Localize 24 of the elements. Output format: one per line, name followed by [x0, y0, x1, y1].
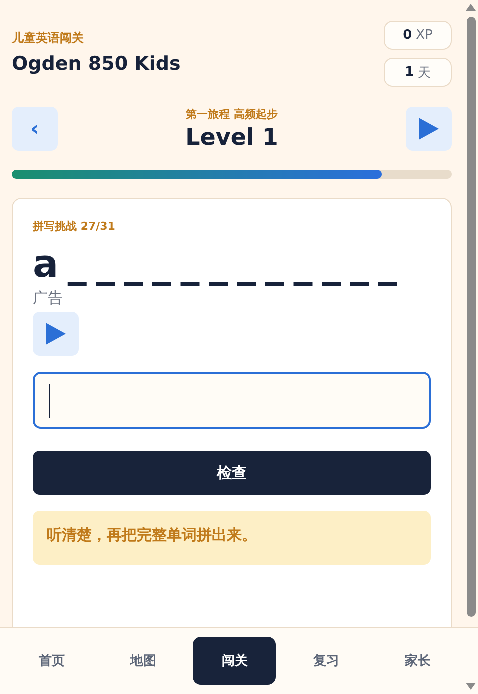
answer-field[interactable]	[33, 372, 431, 430]
nav-tab[interactable]: 家长	[376, 637, 460, 685]
nav-tab[interactable]: 闯关	[193, 637, 276, 685]
challenge-label: 拼写挑战 27/31	[33, 219, 116, 234]
level-title: Level 1	[186, 125, 278, 151]
nav-tab[interactable]: 地图	[102, 637, 185, 685]
play-button[interactable]	[406, 107, 452, 151]
check-button[interactable]: 检查	[33, 451, 431, 496]
previous-button[interactable]: ‹	[12, 107, 58, 151]
play-button[interactable]	[33, 312, 79, 356]
stat-badge: 0 XP	[384, 21, 452, 50]
hint-text: 听清楚，再把完整单词拼出来。	[47, 526, 257, 544]
nav-tab[interactable]: 复习	[285, 637, 368, 685]
app-title: Ogden 850 Kids	[12, 53, 181, 75]
journey-label: 第一旅程 高频起步	[186, 107, 278, 122]
audio-label: 广告	[33, 289, 64, 308]
play-icon	[419, 118, 439, 140]
word-hint: a _ _ _ _ _ _ _ _ _ _ _ _	[33, 241, 398, 288]
scroll-down-icon[interactable]	[466, 683, 476, 690]
app-subtitle: 儿童英语闯关	[12, 30, 85, 47]
stat-badge: 1 天	[384, 58, 452, 87]
play-icon	[46, 323, 66, 346]
nav-tab[interactable]: 首页	[10, 637, 94, 685]
scroll-up-icon[interactable]	[466, 4, 476, 11]
